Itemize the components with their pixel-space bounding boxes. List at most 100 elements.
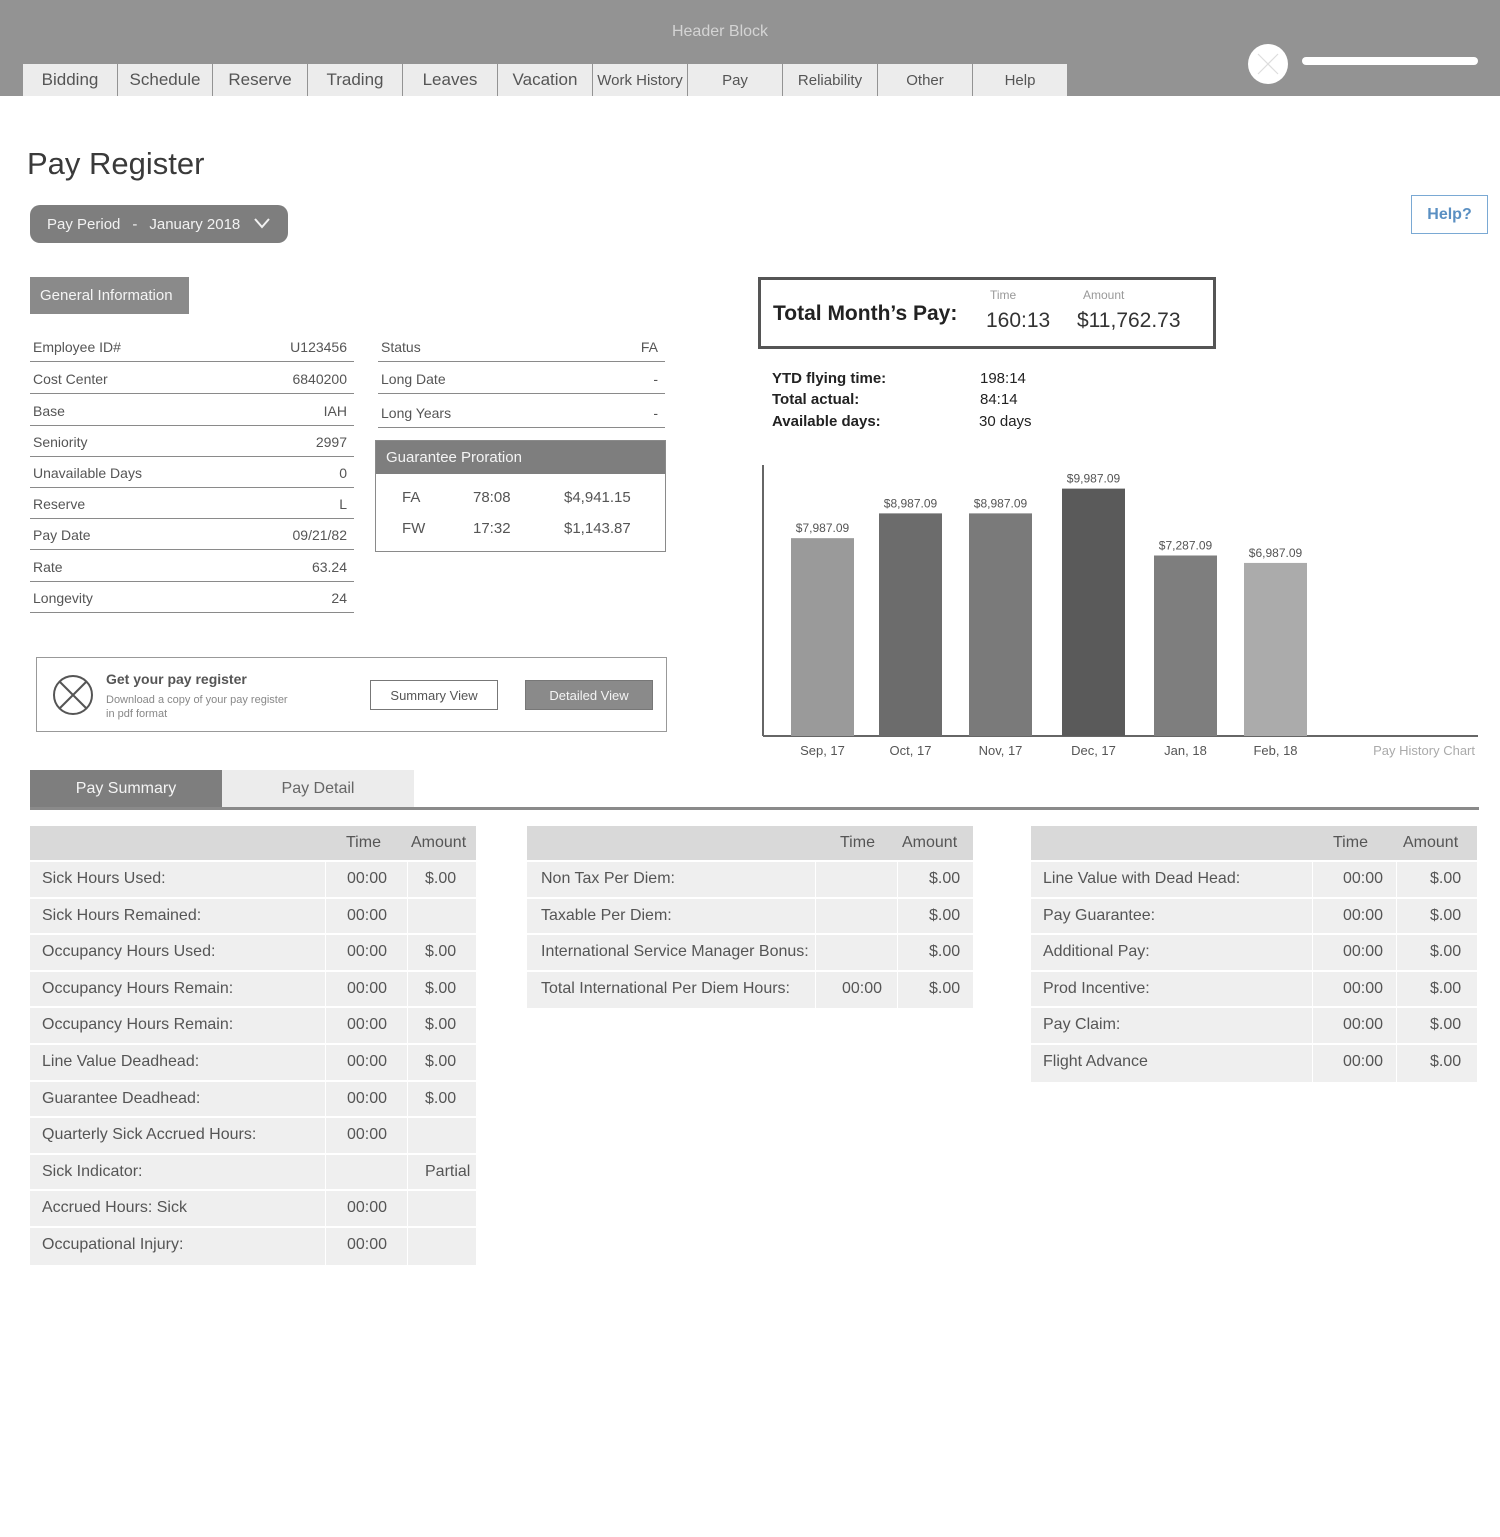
column-divider — [897, 860, 898, 1009]
bar — [969, 513, 1032, 736]
info-row: Rate 63.24 — [30, 552, 354, 582]
help-button[interactable]: Help? — [1411, 195, 1488, 234]
info-value: 24 — [331, 589, 347, 606]
x-tick-label: Nov, 17 — [979, 743, 1023, 758]
table-row: Total International Per Diem Hours: 00:00… — [527, 969, 973, 1006]
nav-tab-reserve[interactable]: Reserve — [213, 64, 307, 96]
ytd-flying-time-value: 198:14 — [980, 370, 1026, 387]
detailed-view-button[interactable]: Detailed View — [525, 680, 653, 710]
pay-period-select[interactable]: Pay Period - January 2018 — [30, 205, 288, 243]
info-value: 0 — [339, 464, 347, 481]
nav-tab-vacation[interactable]: Vacation — [498, 64, 592, 96]
bar-value-label: $6,987.09 — [1249, 546, 1303, 560]
cell-time: 00:00 — [347, 1126, 388, 1144]
total-time-label: Time — [990, 288, 1017, 302]
summary-view-button[interactable]: Summary View — [370, 680, 498, 710]
bar — [1062, 488, 1125, 736]
cell-label: Occupational Injury: — [42, 1236, 184, 1253]
nav-tab-bidding[interactable]: Bidding — [23, 64, 117, 96]
x-tick-label: Dec, 17 — [1071, 743, 1116, 758]
bar-value-label: $8,987.09 — [884, 496, 938, 510]
info-label: Cost Center — [33, 370, 108, 387]
bar — [791, 538, 854, 736]
cell-amount: $.00 — [1430, 943, 1462, 961]
guarantee-time: 78:08 — [473, 489, 511, 506]
table-row: Line Value Deadhead: 00:00 $.00 — [30, 1043, 476, 1079]
download-subtitle-line: Download a copy of your pay register — [106, 694, 288, 706]
nav-tab-work-history[interactable]: Work History — [593, 64, 687, 96]
cell-time: 00:00 — [842, 979, 883, 997]
avatar[interactable] — [1248, 44, 1288, 84]
nav-tab-trading[interactable]: Trading — [308, 64, 402, 96]
cell-amount: $.00 — [929, 943, 961, 961]
cell-label: Accrued Hours: Sick — [42, 1199, 187, 1217]
pay-summary-table-right: Time Amount Line Value with Dead Head: 00:0… — [1031, 826, 1477, 1082]
page-title: Pay Register — [27, 146, 205, 181]
table-row: Non Tax Per Diem: $.00 — [527, 860, 973, 896]
bar-value-label: $7,287.09 — [1159, 538, 1213, 552]
nav-tab-help[interactable]: Help — [973, 64, 1067, 96]
nav-tab-other[interactable]: Other — [878, 64, 972, 96]
cell-time: 00:00 — [1343, 870, 1384, 887]
cell-time: 00:00 — [1343, 1016, 1384, 1034]
info-row: Long Date - — [378, 364, 665, 394]
info-row: Employee ID# U123456 — [30, 332, 354, 362]
tab-pay-detail[interactable]: Pay Detail — [222, 770, 414, 808]
info-value: 2997 — [315, 433, 347, 450]
guarantee-code: FA — [402, 489, 421, 506]
info-label: Longevity — [33, 589, 93, 606]
nav-tab-leaves[interactable]: Leaves — [403, 64, 497, 96]
table-row: Sick Indicator: Partial — [30, 1152, 476, 1189]
nav-tab-reliability[interactable]: Reliability — [783, 64, 877, 96]
amount-header: Amount — [1403, 834, 1459, 851]
cell-label: Quarterly Sick Accrued Hours: — [42, 1126, 257, 1144]
info-label: Rate — [33, 558, 63, 575]
table-row: Pay Claim: 00:00 $.00 — [1031, 1006, 1477, 1042]
nav-tab-schedule[interactable]: Schedule — [118, 64, 212, 96]
info-value: 09/21/82 — [292, 526, 348, 543]
x-tick-label: Sep, 17 — [800, 743, 845, 758]
tab-pay-summary[interactable]: Pay Summary — [30, 770, 222, 808]
total-time-value: 160:13 — [986, 309, 1051, 332]
cell-label: International Service Manager Bonus: — [541, 943, 809, 961]
cell-amount: $.00 — [1430, 1016, 1462, 1034]
x-tick-label: Oct, 17 — [890, 743, 932, 758]
cell-amount: $.00 — [1430, 870, 1462, 887]
cell-time: 00:00 — [347, 1236, 388, 1253]
info-label: Reserve — [33, 495, 86, 512]
info-label: Seniority — [33, 433, 88, 450]
cell-label: Line Value Deadhead: — [42, 1053, 200, 1070]
table-row: Sick Hours Remained: 00:00 — [30, 896, 476, 933]
time-header: Time — [840, 834, 875, 851]
nav-tab-pay[interactable]: Pay — [688, 64, 782, 96]
cell-label: Sick Hours Remained: — [42, 906, 202, 924]
bar-value-label: $8,987.09 — [974, 496, 1028, 510]
cell-amount: $.00 — [425, 1016, 457, 1034]
cell-label: Sick Hours Used: — [42, 870, 166, 887]
info-row: Cost Center 6840200 — [30, 364, 354, 394]
table-row: Quarterly Sick Accrued Hours: 00:00 — [30, 1116, 476, 1152]
info-value: 63.24 — [311, 558, 347, 575]
cell-label: Occupancy Hours Remain: — [42, 979, 234, 997]
total-amount-label: Amount — [1083, 288, 1125, 302]
info-row: Reserve L — [30, 489, 354, 519]
info-row: Unavailable Days 0 — [30, 458, 354, 488]
info-value: 6840200 — [292, 370, 347, 387]
table-header: Time Amount — [527, 826, 973, 860]
download-subtitle: Download a copy of your pay register in … — [106, 693, 306, 721]
info-value: IAH — [323, 402, 347, 419]
guarantee-proration-panel: Guarantee Proration FA 78:08 $4,941.15 F… — [375, 440, 666, 552]
info-value: - — [653, 404, 658, 421]
cell-amount: $.00 — [1430, 1053, 1462, 1070]
header-title: Header Block — [671, 23, 769, 40]
cell-label: Flight Advance — [1043, 1053, 1148, 1070]
cell-amount: $.00 — [425, 1089, 457, 1107]
cell-label: Non Tax Per Diem: — [541, 870, 675, 887]
time-header: Time — [1333, 834, 1368, 851]
general-information-label: General Information — [30, 277, 189, 314]
table-row: Sick Hours Used: 00:00 $.00 — [30, 860, 476, 896]
pay-tabs: Pay Summary Pay Detail — [30, 770, 414, 808]
info-label: Long Date — [381, 370, 446, 387]
table-header: Time Amount — [1031, 826, 1477, 860]
guarantee-amount: $1,143.87 — [564, 520, 631, 537]
